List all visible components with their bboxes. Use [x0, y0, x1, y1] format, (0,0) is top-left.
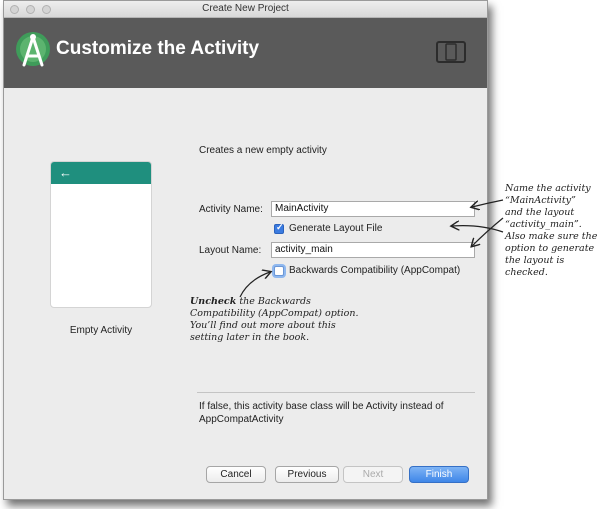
arrow-to-backwards-compat: [239, 272, 270, 298]
stage: Create New Project Customize the Activit…: [0, 0, 600, 509]
arrow-to-activity-name: [472, 199, 504, 207]
arrow-to-layout-name: [472, 217, 504, 246]
arrow-to-generate-layout: [452, 226, 504, 233]
annotation-arrows: [239, 199, 504, 298]
